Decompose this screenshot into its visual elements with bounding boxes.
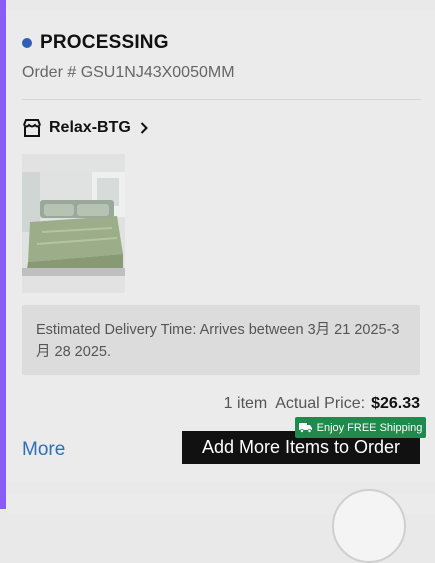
delivery-text: Estimated Delivery Time: Arrives between… [36,322,400,360]
store-link[interactable]: Relax-BTG [22,119,148,137]
price-value: $26.33 [371,395,420,412]
product-thumbnail[interactable] [22,154,125,293]
order-number: Order # GSU1NJ43X0050MM [22,64,235,81]
store-icon [23,119,41,137]
free-shipping-badge: Enjoy FREE Shipping [295,417,426,438]
price-label: Actual Price: [275,395,366,412]
delivery-info: Estimated Delivery Time: Arrives between… [22,305,420,375]
item-count: 1 item [223,395,268,412]
bedding-product-image [22,172,125,276]
store-name: Relax-BTG [49,119,131,136]
more-button[interactable]: More [22,439,65,461]
divider [22,99,421,100]
chevron-right-icon [140,122,148,134]
free-shipping-label: Enjoy FREE Shipping [316,421,423,434]
truck-icon [298,423,312,433]
order-card: PROCESSING Order # GSU1NJ43X0050MM Relax… [6,10,435,482]
status-dot-icon [22,38,32,48]
floating-action-button[interactable] [332,489,406,563]
order-status: PROCESSING [22,32,169,54]
price-summary: 1 item Actual Price: $26.33 [224,395,420,413]
status-label: PROCESSING [40,32,169,53]
